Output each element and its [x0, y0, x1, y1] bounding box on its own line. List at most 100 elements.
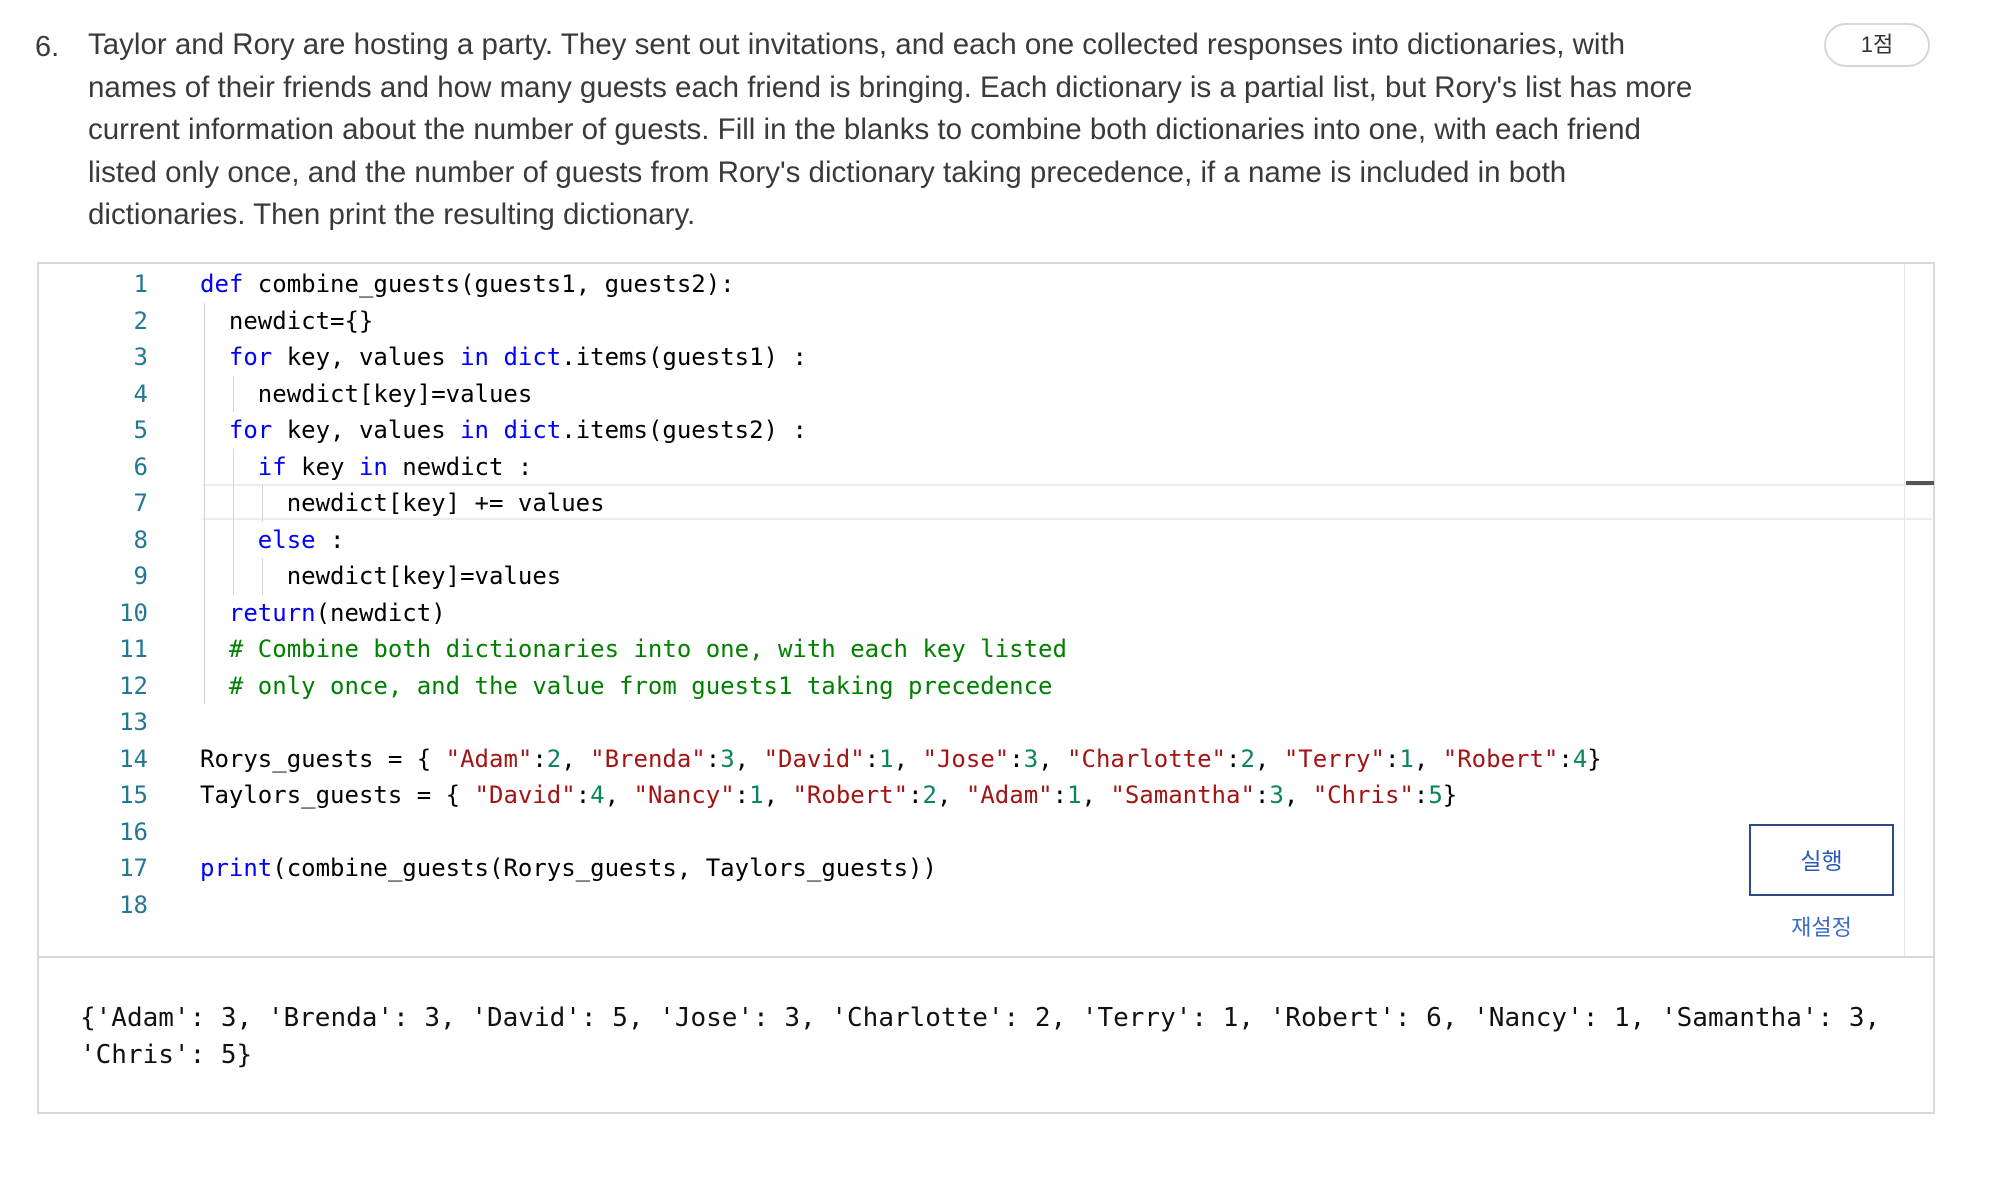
code-token: ,: [893, 744, 923, 773]
code-token: :: [705, 744, 721, 773]
indent-guide: [232, 485, 234, 522]
code-token: "Charlotte": [1067, 744, 1226, 773]
line-number: 16: [119, 817, 148, 846]
indent-guide: [204, 412, 205, 449]
code-content: newdict[key]=values: [200, 380, 533, 408]
run-button[interactable]: 실행: [1749, 824, 1894, 896]
code-token: 3: [1269, 781, 1284, 809]
code-content: # Combine both dictionaries into one, wi…: [200, 635, 1067, 663]
code-token: 1: [1067, 781, 1082, 809]
indent-guide: [204, 448, 205, 485]
code-line: for key, values in dict.items(guests1) :: [200, 339, 1880, 376]
question-text: Taylor and Rory are hosting a party. The…: [88, 28, 1693, 231]
code-token: in: [358, 452, 388, 481]
code-token: 1: [749, 781, 764, 809]
code-token: :: [1052, 781, 1068, 809]
code-token: "David": [474, 781, 576, 809]
code-token: ,: [1081, 781, 1111, 809]
editor-scrollbar[interactable]: [1904, 264, 1934, 956]
code-token: "Brenda": [590, 744, 706, 773]
line-number: 2: [133, 306, 148, 335]
points-badge: 1점: [1824, 23, 1930, 67]
code-content: for key, values in dict.items(guests1) :: [200, 343, 807, 371]
code-line: newdict[key]=values: [200, 558, 1880, 595]
code-content: # only once, and the value from guests1 …: [200, 672, 1053, 700]
code-token: ,: [604, 781, 634, 809]
code-line: newdict[key]=values: [200, 375, 1880, 412]
indent-guide: [204, 485, 205, 522]
code-token: in: [460, 416, 489, 444]
code-token: key: [286, 452, 359, 481]
code-token: dict: [503, 416, 562, 444]
line-number: 14: [119, 744, 148, 773]
code-token: 2: [546, 744, 562, 773]
code-text[interactable]: def combine_guests(guests1, guests2): new…: [200, 266, 1880, 923]
code-token: (combine_guests(Rorys_guests, Taylors_gu…: [272, 854, 937, 882]
code-token: :: [315, 525, 345, 554]
code-token: "Robert": [792, 781, 909, 809]
code-token: Rorys_guests = {: [200, 744, 446, 773]
code-content: else :: [200, 526, 345, 554]
code-line: return(newdict): [200, 594, 1880, 631]
line-number: 1: [133, 270, 148, 298]
indent-guide: [261, 485, 263, 522]
line-number: 8: [133, 525, 148, 554]
code-token: combine_guests(guests1, guests2):: [243, 270, 735, 298]
code-line: # only once, and the value from guests1 …: [200, 667, 1880, 704]
code-token: :: [1254, 781, 1270, 809]
code-line: def combine_guests(guests1, guests2):: [200, 266, 1880, 303]
code-token: 3: [1023, 744, 1039, 773]
code-token: ,: [1413, 744, 1443, 773]
reset-link[interactable]: 재설정: [1749, 910, 1894, 942]
line-number: 17: [119, 854, 148, 882]
code-token: ,: [763, 781, 793, 809]
code-token: def: [200, 270, 244, 298]
line-number: 11: [119, 635, 148, 663]
code-content: newdict[key]=values: [200, 562, 562, 590]
code-content: if key in newdict :: [200, 452, 533, 481]
line-number: 6: [133, 452, 148, 481]
code-line: if key in newdict :: [200, 448, 1880, 485]
code-token: :: [1413, 781, 1429, 809]
code-line: Rorys_guests = { "Adam":2, "Brenda":3, "…: [200, 741, 1880, 778]
indent-guide: [232, 448, 234, 485]
code-content: Rorys_guests = { "Adam":2, "Brenda":3, "…: [200, 745, 1602, 773]
code-line: print(combine_guests(Rorys_guests, Taylo…: [200, 850, 1880, 887]
code-token: "Terry": [1283, 744, 1385, 773]
code-token: 1: [879, 744, 894, 773]
line-number: 9: [133, 562, 148, 590]
indent-guide: [204, 375, 205, 412]
code-token: 5: [1428, 781, 1443, 809]
indent-guide: [204, 594, 205, 631]
code-token: "Jose": [922, 744, 1010, 773]
line-number-gutter: 1 2 3 4 5 6 7 8 9 10 11 12 13 14 15 16 17 18: [60, 266, 148, 923]
code-line: # Combine both dictionaries into one, wi…: [200, 631, 1880, 668]
scroll-position-marker: [1906, 481, 1934, 485]
code-token: key, values: [272, 343, 461, 371]
code-token: .items(guests2) :: [561, 416, 807, 444]
code-line: newdict={}: [200, 302, 1880, 339]
code-token: 3: [720, 744, 735, 773]
line-number: 7: [133, 489, 148, 517]
code-token: return: [228, 598, 316, 627]
code-token: dict: [503, 343, 562, 371]
code-content: def combine_guests(guests1, guests2):: [200, 270, 735, 298]
code-token: 2: [1240, 744, 1255, 773]
code-token: :: [1226, 744, 1241, 773]
code-token: "Adam": [445, 744, 533, 773]
indent-guide: [232, 375, 234, 412]
code-token: ,: [1283, 781, 1313, 809]
code-token: newdict :: [387, 452, 533, 481]
question-number: 6.: [35, 31, 60, 63]
code-line: newdict[key] += values: [200, 485, 1880, 522]
line-number: 12: [119, 671, 148, 700]
code-line: else :: [200, 521, 1880, 558]
code-token: .items(guests1) :: [561, 343, 807, 371]
code-content: for key, values in dict.items(guests2) :: [200, 416, 807, 444]
code-token: for: [228, 416, 273, 444]
line-number: 15: [119, 781, 148, 809]
line-number: 3: [133, 343, 148, 371]
